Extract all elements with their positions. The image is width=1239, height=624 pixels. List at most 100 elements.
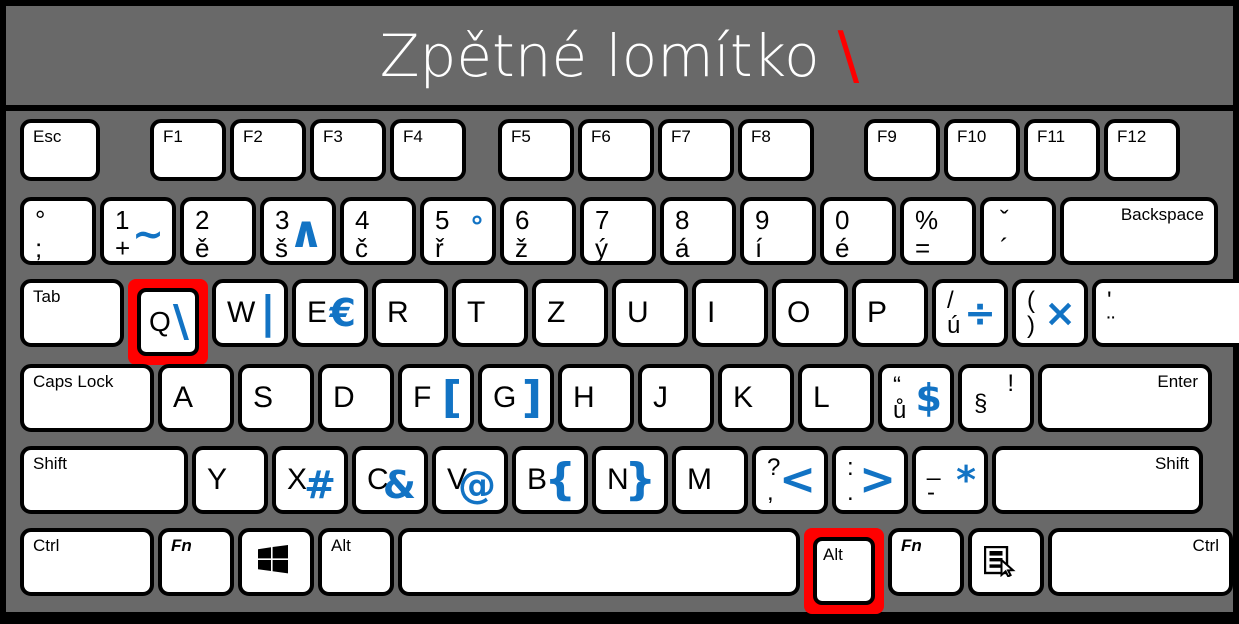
- key-o[interactable]: O: [772, 279, 848, 347]
- key-b[interactable]: B {: [512, 446, 588, 514]
- key-9[interactable]: 9 í: [740, 197, 816, 265]
- key-slash-u[interactable]: / ú ÷: [932, 279, 1008, 347]
- key-x[interactable]: X #: [272, 446, 348, 514]
- key-1[interactable]: 1 + ~: [100, 197, 176, 265]
- key-j[interactable]: J: [638, 364, 714, 432]
- key-h[interactable]: H: [558, 364, 634, 432]
- key-w[interactable]: W |: [212, 279, 288, 347]
- key-u-ring[interactable]: “ ů $: [878, 364, 954, 432]
- key-altgr-legend: €: [329, 291, 356, 335]
- key-alt-right[interactable]: Alt: [813, 537, 875, 605]
- key-lower-legend: í: [755, 232, 763, 263]
- key-v[interactable]: V @: [432, 446, 508, 514]
- key-e[interactable]: E €: [292, 279, 368, 347]
- key-f10[interactable]: F10: [944, 119, 1020, 181]
- key-label: F5: [511, 127, 531, 146]
- key-u[interactable]: U: [612, 279, 688, 347]
- key-alt-left[interactable]: Alt: [318, 528, 394, 596]
- key-label: F1: [163, 127, 183, 146]
- key-c[interactable]: C &: [352, 446, 428, 514]
- key-q[interactable]: Q \: [137, 288, 199, 356]
- key-letter: G: [493, 381, 517, 414]
- key-lower-legend: á: [675, 232, 690, 263]
- key-ctrl-left[interactable]: Ctrl: [20, 528, 154, 596]
- key-shift-right[interactable]: Shift: [992, 446, 1203, 514]
- key-2[interactable]: 2 ě: [180, 197, 256, 265]
- key-section[interactable]: § !: [958, 364, 1034, 432]
- key-enter[interactable]: Enter: [1038, 364, 1212, 432]
- key-label: F7: [671, 127, 691, 146]
- key-8[interactable]: 8 á: [660, 197, 736, 265]
- key-lower-legend: ;: [35, 232, 43, 263]
- key-7[interactable]: 7 ý: [580, 197, 656, 265]
- key-fn-left[interactable]: Fn: [158, 528, 234, 596]
- key-comma[interactable]: ? , <: [752, 446, 828, 514]
- key-upper-legend: 0: [835, 205, 850, 235]
- key-context-menu[interactable]: [968, 528, 1044, 596]
- key-i[interactable]: I: [692, 279, 768, 347]
- key-f11[interactable]: F11: [1024, 119, 1100, 181]
- key-f4[interactable]: F4: [390, 119, 466, 181]
- windows-icon: [258, 545, 288, 579]
- key-4[interactable]: 4 č: [340, 197, 416, 265]
- home-key-row: Caps Lock A S D F [ G ] H J K L “ ů $ § …: [20, 364, 1239, 432]
- key-period[interactable]: : . >: [832, 446, 908, 514]
- key-windows[interactable]: [238, 528, 314, 596]
- key-6[interactable]: 6 ž: [500, 197, 576, 265]
- key-f12[interactable]: F12: [1104, 119, 1180, 181]
- key-percent[interactable]: % =: [900, 197, 976, 265]
- key-a[interactable]: A: [158, 364, 234, 432]
- key-semicolon[interactable]: ° ;: [20, 197, 96, 265]
- key-letter: H: [573, 381, 595, 414]
- key-f7[interactable]: F7: [658, 119, 734, 181]
- modifier-key-row: Ctrl Fn Alt Alt Fn Ctrl: [20, 528, 1239, 614]
- key-dash[interactable]: _ - *: [912, 446, 988, 514]
- key-altgr-legend: ]: [521, 372, 542, 423]
- key-f6[interactable]: F6: [578, 119, 654, 181]
- key-paren[interactable]: ( ) ×: [1012, 279, 1088, 347]
- key-r[interactable]: R: [372, 279, 448, 347]
- key-d[interactable]: D: [318, 364, 394, 432]
- key-shift-left[interactable]: Shift: [20, 446, 188, 514]
- key-m[interactable]: M: [672, 446, 748, 514]
- key-letter: W: [227, 296, 256, 329]
- key-altgr-legend: >: [859, 454, 896, 505]
- key-0[interactable]: 0 é: [820, 197, 896, 265]
- key-f9[interactable]: F9: [864, 119, 940, 181]
- key-upper-legend: 8: [675, 205, 690, 235]
- key-f8[interactable]: F8: [738, 119, 814, 181]
- key-f2[interactable]: F2: [230, 119, 306, 181]
- key-legend: / ú: [947, 287, 960, 339]
- key-t[interactable]: T: [452, 279, 528, 347]
- key-s[interactable]: S: [238, 364, 314, 432]
- key-k[interactable]: K: [718, 364, 794, 432]
- key-label: Fn: [171, 536, 192, 555]
- key-upper-legend: /: [947, 287, 954, 314]
- key-fn-right[interactable]: Fn: [888, 528, 964, 596]
- key-caps-lock[interactable]: Caps Lock: [20, 364, 154, 432]
- key-backspace[interactable]: Backspace: [1060, 197, 1218, 265]
- key-n[interactable]: N }: [592, 446, 668, 514]
- key-y[interactable]: Y: [192, 446, 268, 514]
- key-f1[interactable]: F1: [150, 119, 226, 181]
- key-p[interactable]: P: [852, 279, 928, 347]
- key-upper-legend: ': [1107, 287, 1112, 314]
- key-z[interactable]: Z: [532, 279, 608, 347]
- title-bar: Zpětné lomítko \: [6, 6, 1233, 105]
- key-3[interactable]: 3 š ∧: [260, 197, 336, 265]
- key-quote[interactable]: ' ¨: [1092, 279, 1239, 347]
- key-esc[interactable]: Esc: [20, 119, 100, 181]
- key-f5[interactable]: F5: [498, 119, 574, 181]
- key-f3[interactable]: F3: [310, 119, 386, 181]
- key-space[interactable]: [398, 528, 800, 596]
- key-5[interactable]: 5 ř °: [420, 197, 496, 265]
- key-caron[interactable]: ˇ ´: [980, 197, 1056, 265]
- key-g[interactable]: G ]: [478, 364, 554, 432]
- key-legend: ˇ ´: [1000, 207, 1009, 261]
- key-f[interactable]: F [: [398, 364, 474, 432]
- key-tab[interactable]: Tab: [20, 279, 124, 347]
- key-altgr-legend: ~: [132, 212, 164, 256]
- key-legend: 2 ě: [195, 207, 209, 261]
- key-ctrl-right[interactable]: Ctrl: [1048, 528, 1233, 596]
- key-l[interactable]: L: [798, 364, 874, 432]
